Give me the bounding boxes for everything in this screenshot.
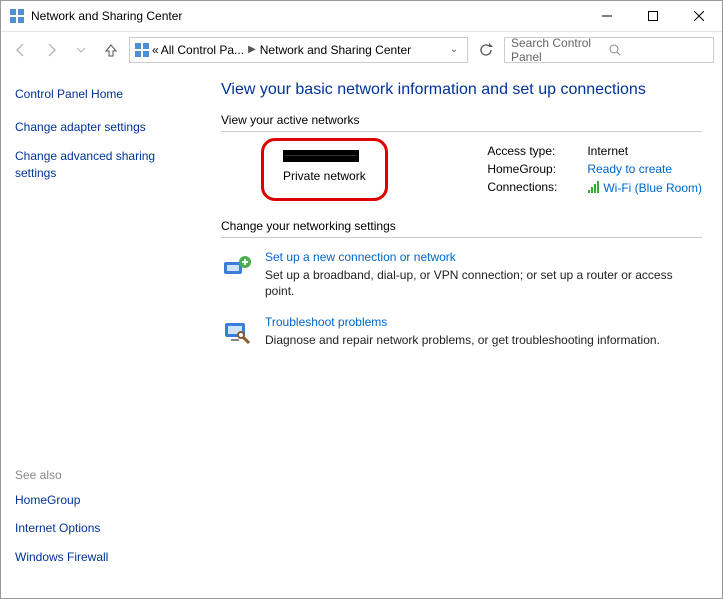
maximize-button[interactable] <box>630 1 676 31</box>
see-also-header: See also <box>15 468 197 482</box>
network-identity-box[interactable]: Private network <box>271 144 378 195</box>
forward-button[interactable] <box>39 38 63 62</box>
breadcrumb[interactable]: « All Control Pa... ▶ Network and Sharin… <box>129 37 468 63</box>
main-panel: View your basic network information and … <box>211 67 722 598</box>
setup-connection-icon <box>221 252 253 284</box>
breadcrumb-dropdown-button[interactable]: ⌄ <box>445 44 463 55</box>
page-heading: View your basic network information and … <box>221 81 702 99</box>
recent-dropdown-button[interactable] <box>69 38 93 62</box>
chevron-right-icon[interactable]: ▶ <box>246 44 258 55</box>
up-button[interactable] <box>99 38 123 62</box>
windows-firewall-link[interactable]: Windows Firewall <box>15 549 197 566</box>
troubleshoot-link[interactable]: Troubleshoot problems <box>265 315 387 329</box>
search-icon <box>609 44 707 56</box>
breadcrumb-item-control-panel[interactable]: All Control Pa... <box>161 43 244 57</box>
close-button[interactable] <box>676 1 722 31</box>
setup-connection-link[interactable]: Set up a new connection or network <box>265 250 456 264</box>
homegroup-link[interactable]: HomeGroup <box>15 492 197 509</box>
divider <box>221 131 702 132</box>
active-network-row: Private network Access type: Internet Ho… <box>221 144 702 195</box>
window: Network and Sharing Center « All Control… <box>0 0 723 599</box>
window-title: Network and Sharing Center <box>31 9 584 23</box>
internet-options-link[interactable]: Internet Options <box>15 520 197 537</box>
sidebar: Control Panel Home Change adapter settin… <box>1 67 211 598</box>
breadcrumb-icon <box>134 42 150 58</box>
task-setup-connection: Set up a new connection or network Set u… <box>221 250 702 299</box>
connection-link-value[interactable]: Wi-Fi (Blue Room) <box>587 180 702 195</box>
refresh-button[interactable] <box>474 38 498 62</box>
network-center-icon <box>9 8 25 24</box>
homegroup-label: HomeGroup: <box>487 162 577 176</box>
wifi-signal-icon <box>587 180 601 194</box>
redacted-name <box>283 150 359 162</box>
back-button[interactable] <box>9 38 33 62</box>
active-networks-header: View your active networks <box>221 113 702 127</box>
nav-bar: « All Control Pa... ▶ Network and Sharin… <box>1 31 722 67</box>
troubleshoot-desc: Diagnose and repair network problems, or… <box>265 332 660 348</box>
window-buttons <box>584 1 722 31</box>
divider <box>221 237 702 238</box>
homegroup-link-value[interactable]: Ready to create <box>587 162 702 176</box>
control-panel-home-link[interactable]: Control Panel Home <box>15 87 197 101</box>
access-type-value: Internet <box>587 144 702 158</box>
title-bar: Network and Sharing Center <box>1 1 722 31</box>
network-properties: Access type: Internet HomeGroup: Ready t… <box>487 144 702 195</box>
change-settings-header: Change your networking settings <box>221 219 702 233</box>
troubleshoot-icon <box>221 317 253 349</box>
network-name <box>283 150 366 165</box>
access-type-label: Access type: <box>487 144 577 158</box>
breadcrumb-overflow[interactable]: « <box>152 43 159 57</box>
change-adapter-link[interactable]: Change adapter settings <box>15 119 197 136</box>
network-type: Private network <box>283 169 366 183</box>
setup-connection-desc: Set up a broadband, dial-up, or VPN conn… <box>265 267 702 299</box>
connection-name: Wi-Fi (Blue Room) <box>603 181 702 195</box>
connections-label: Connections: <box>487 180 577 195</box>
breadcrumb-item-current[interactable]: Network and Sharing Center <box>260 43 411 57</box>
search-placeholder: Search Control Panel <box>511 36 609 64</box>
task-troubleshoot: Troubleshoot problems Diagnose and repai… <box>221 315 702 349</box>
change-advanced-sharing-link[interactable]: Change advanced sharing settings <box>15 148 197 182</box>
search-input[interactable]: Search Control Panel <box>504 37 714 63</box>
content-body: Control Panel Home Change adapter settin… <box>1 67 722 598</box>
minimize-button[interactable] <box>584 1 630 31</box>
